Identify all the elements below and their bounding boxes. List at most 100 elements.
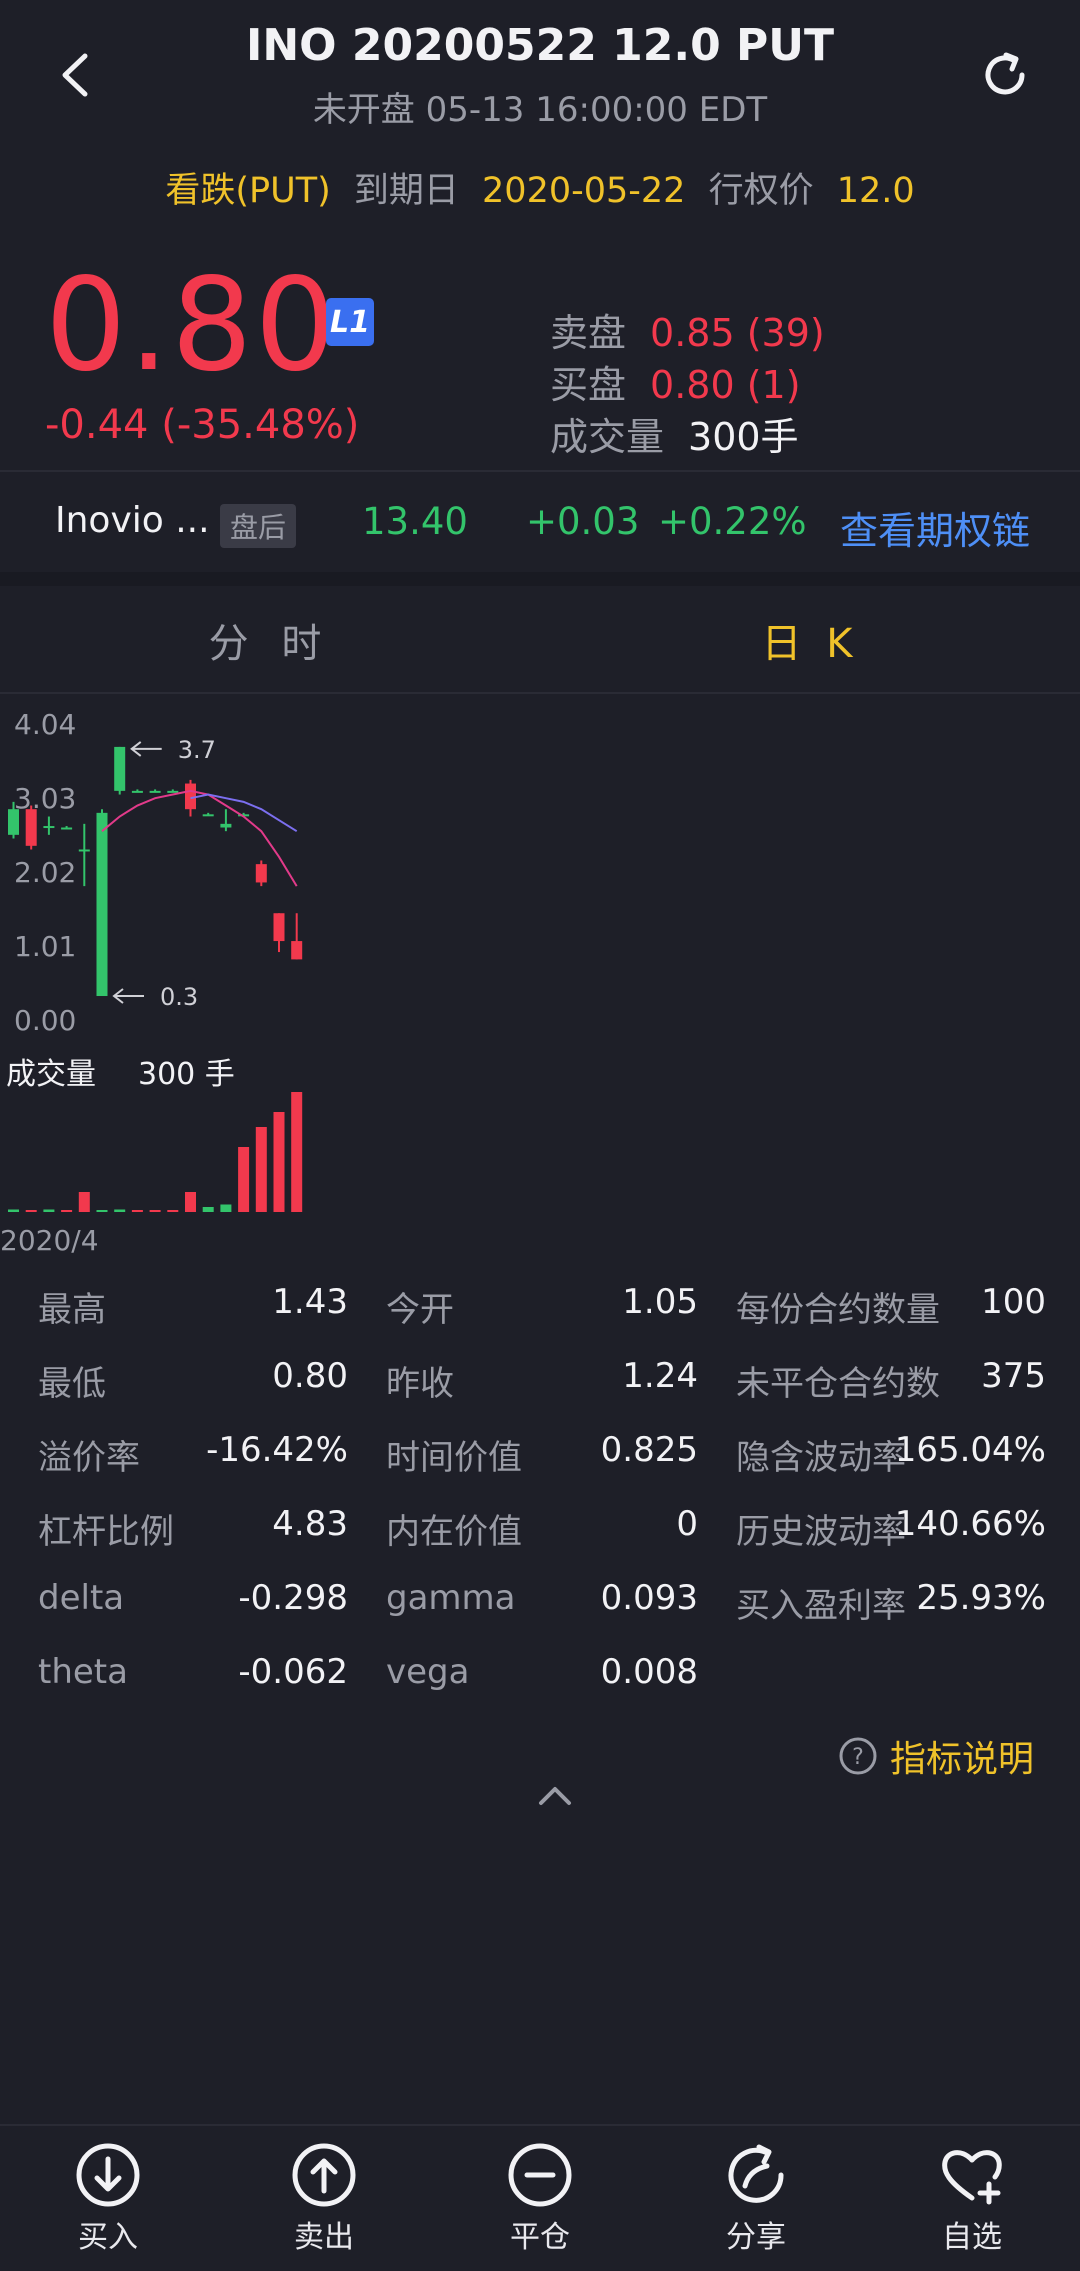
bid-row: 买盘 0.80 (1) [550, 354, 801, 409]
volume-bar [202, 1207, 214, 1212]
tab-daily-k[interactable]: 日 K [540, 586, 1080, 694]
stat-label: gamma [386, 1578, 516, 1618]
volume-bar [131, 1210, 143, 1212]
stat-label: 未平仓合约数 [736, 1364, 940, 1404]
expiry-label: 到期日 [353, 171, 459, 211]
bid-value: 0.80 (1) [650, 363, 801, 407]
stat-value: 0 [676, 1504, 698, 1544]
stat-label: theta [38, 1652, 128, 1692]
volume-bar [167, 1210, 179, 1212]
volume-title: 成交量 [6, 1057, 96, 1092]
stat-value: 1.43 [272, 1282, 348, 1322]
heart-plus-icon [942, 2150, 1002, 2205]
chevron-up-icon [539, 1787, 571, 1805]
y-tick-label: 4.04 [14, 708, 76, 741]
stat-label: 最低 [38, 1364, 106, 1404]
stat-value: 25.93% [916, 1578, 1046, 1618]
section-gap [0, 572, 1080, 586]
stat-value: 1.05 [622, 1282, 698, 1322]
candle-body [273, 913, 285, 942]
stat-value: -0.062 [238, 1652, 348, 1692]
help-icon: ? [839, 1737, 877, 1775]
ask-value: 0.85 (39) [650, 311, 825, 355]
volume-bar [8, 1209, 19, 1212]
volume-bar [43, 1209, 55, 1212]
share-button[interactable]: 分享 [686, 2142, 826, 2256]
volume-bar [255, 1127, 267, 1212]
stat-row: delta -0.298 gamma 0.093 买入盈利率 25.93% [0, 1578, 1080, 1652]
stat-label: 昨收 [386, 1364, 454, 1404]
stat-value: 100 [981, 1282, 1046, 1322]
low-marker-label: 0.3 [160, 983, 198, 1011]
candle-body [8, 809, 19, 835]
volume-bar [185, 1192, 196, 1212]
stat-value: -16.42% [206, 1430, 348, 1470]
watchlist-button[interactable]: 自选 [902, 2142, 1042, 2256]
chart-tabs: 分 时 日 K [0, 586, 1080, 694]
candle-body [25, 809, 37, 846]
volume-value: 300 手 [138, 1057, 235, 1092]
close-position-button[interactable]: 平仓 [470, 2142, 610, 2256]
volume-bar [238, 1147, 250, 1212]
stat-value: 0.008 [600, 1652, 698, 1692]
underlying-change: +0.03 [526, 500, 640, 543]
stat-label: 时间价值 [386, 1438, 522, 1478]
volume-bar [149, 1210, 161, 1212]
x-start-label: 2020/4 [0, 1224, 99, 1257]
candle-body [78, 849, 90, 852]
ask-label: 卖盘 [550, 311, 627, 355]
candle-body [131, 790, 143, 793]
stat-value: -0.298 [238, 1578, 348, 1618]
stat-label: 内在价值 [386, 1512, 522, 1552]
indicator-help-link[interactable]: ? 指标说明 [838, 1730, 1034, 1782]
sell-button[interactable]: 卖出 [254, 2142, 394, 2256]
last-price: 0.80 [45, 251, 338, 400]
tab-intraday[interactable]: 分 时 [0, 586, 540, 694]
level-badge[interactable]: L1 [326, 298, 374, 346]
stat-value: 0.825 [600, 1430, 698, 1470]
refresh-button[interactable] [970, 40, 1040, 110]
stat-value: 1.24 [622, 1356, 698, 1396]
candle-body [149, 790, 161, 793]
price-change: -0.44 (-35.48%) [45, 402, 360, 448]
bid-label: 买盘 [550, 363, 627, 407]
buy-button[interactable]: 买入 [38, 2142, 178, 2256]
stat-label: 每份合约数量 [736, 1290, 940, 1330]
underlying-change-pct: +0.22% [658, 500, 807, 543]
volume-bar [61, 1210, 73, 1212]
stat-label: vega [386, 1652, 470, 1692]
strike-value: 12.0 [836, 171, 915, 211]
stat-row: 溢价率 -16.42% 时间价值 0.825 隐含波动率 165.04% [0, 1430, 1080, 1504]
volume-bar [96, 1210, 108, 1212]
candle-body [185, 783, 196, 810]
option-type: 看跌(PUT) [165, 171, 331, 211]
option-chain-link[interactable]: 查看期权链 [840, 500, 1030, 555]
stat-row: 最低 0.80 昨收 1.24 未平仓合约数 375 [0, 1356, 1080, 1430]
stat-value: 375 [981, 1356, 1046, 1396]
stat-label: 最高 [38, 1290, 106, 1330]
stat-row: 最高 1.43 今开 1.05 每份合约数量 100 [0, 1282, 1080, 1356]
volume-label: 成交量 [550, 415, 665, 459]
underlying-row[interactable]: Inovio ... 盘后 13.40 +0.03 +0.22% 查看期权链 [0, 472, 1080, 572]
session-badge: 盘后 [220, 504, 297, 548]
y-tick-label: 3.03 [14, 782, 76, 815]
volume-bar [25, 1210, 37, 1212]
collapse-button[interactable] [520, 1770, 590, 1820]
candle-body [43, 826, 55, 829]
candle-body [167, 790, 179, 793]
k-line-chart[interactable]: 4.04 3.03 2.02 1.01 0.00 3.7 0.3 成交量 300 手 2020… [0, 700, 1080, 1260]
watchlist-label: 自选 [942, 2220, 1002, 2255]
moving-average-line [101, 789, 298, 887]
upload-arrow-icon [292, 2143, 356, 2207]
bottom-action-bar: 买入 卖出 平仓 分享 自选 [0, 2124, 1080, 2271]
candle-body [61, 827, 73, 830]
share-label: 分享 [726, 2220, 786, 2255]
svg-text:?: ? [852, 1745, 864, 1770]
stat-label: 溢价率 [38, 1438, 140, 1478]
candle-body [114, 746, 126, 791]
market-status: 未开盘 05-13 16:00:00 EDT [312, 90, 768, 130]
candle-body [220, 823, 232, 828]
stat-label: 今开 [386, 1290, 454, 1330]
stat-label: 买入盈利率 [736, 1586, 906, 1626]
candle-body [202, 814, 214, 817]
